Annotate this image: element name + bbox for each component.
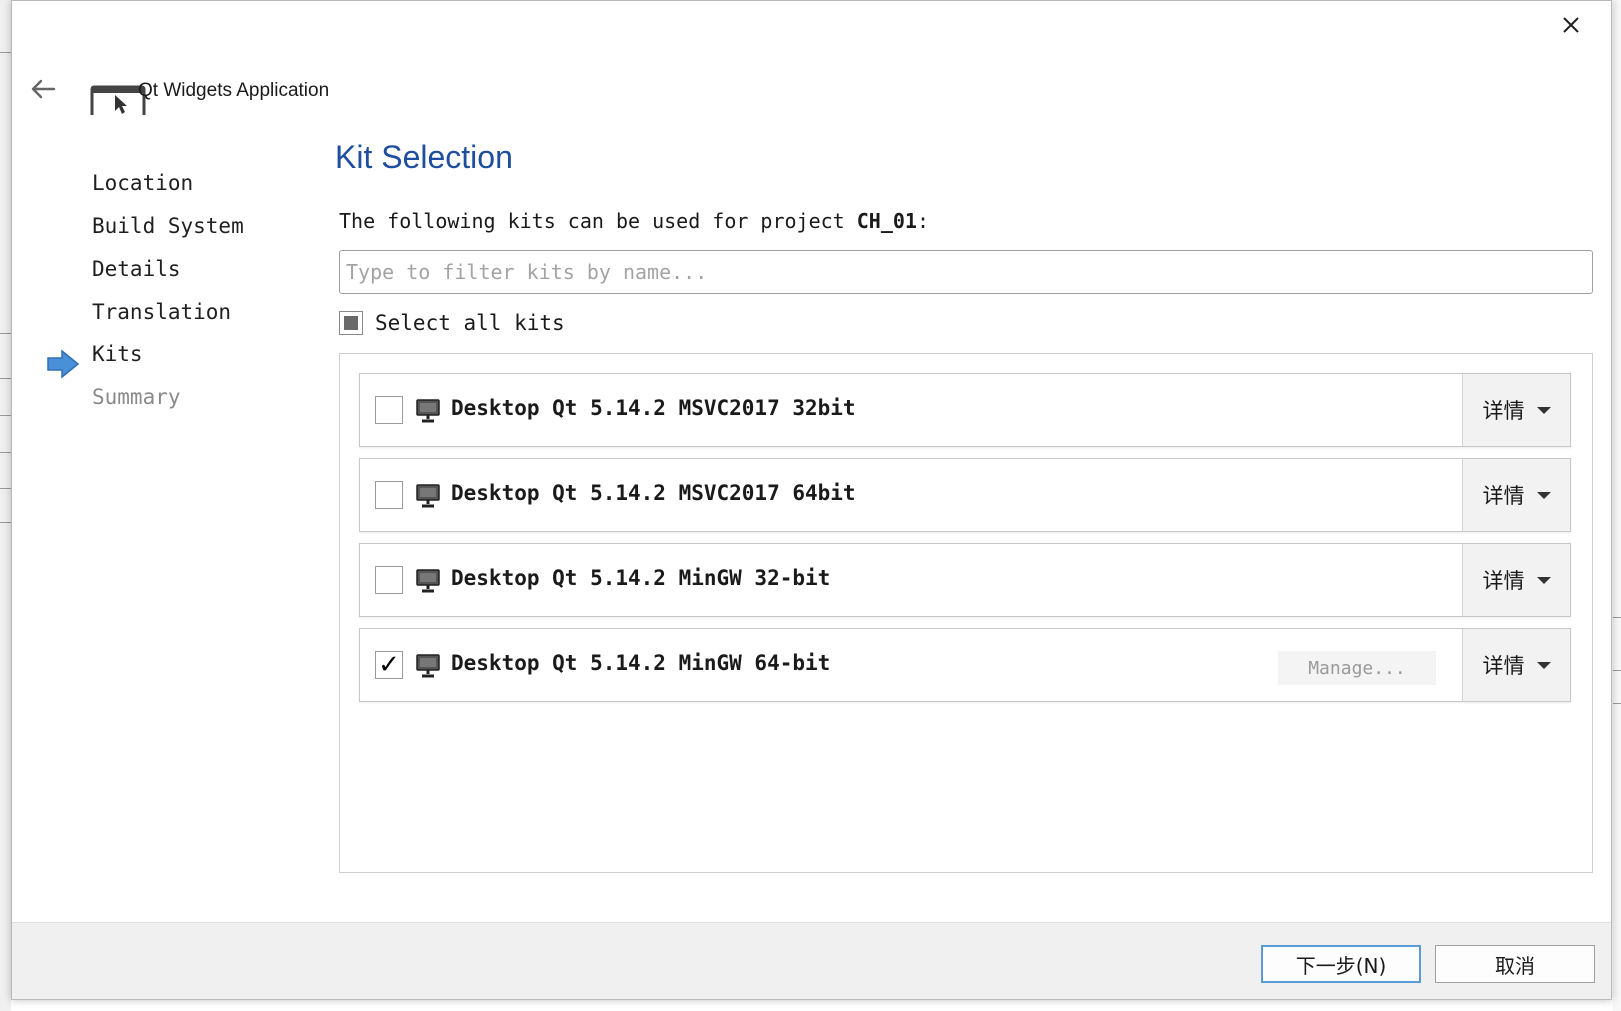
next-button[interactable]: 下一步(N) [1261, 945, 1421, 983]
project-name: CH_01 [856, 209, 917, 233]
kit-name: Desktop Qt 5.14.2 MinGW 64-bit [451, 651, 831, 675]
kit-intro-text: The following kits can be used for proje… [339, 209, 929, 233]
background-window-edge-left [0, 0, 11, 1011]
kit-name: Desktop Qt 5.14.2 MinGW 32-bit [451, 566, 831, 590]
close-icon[interactable] [1557, 11, 1585, 39]
wizard-footer: 下一步(N) 取消 [12, 922, 1611, 999]
kit-list: Desktop Qt 5.14.2 MSVC2017 32bit 详情 Desk… [339, 353, 1593, 873]
step-kits: Kits [92, 342, 143, 366]
kit-details-button[interactable]: 详情 [1462, 544, 1570, 616]
kit-row: Desktop Qt 5.14.2 MinGW 32-bit 详情 [359, 543, 1571, 617]
kit-details-button[interactable]: 详情 [1462, 374, 1570, 446]
background-window-edge-right [1613, 0, 1621, 1011]
kit-checkbox[interactable] [375, 566, 403, 594]
chevron-down-icon [1536, 576, 1551, 584]
kit-row: ✓ Desktop Qt 5.14.2 MinGW 64-bit Manage.… [359, 628, 1571, 702]
cancel-button[interactable]: 取消 [1435, 945, 1595, 983]
kit-name: Desktop Qt 5.14.2 MSVC2017 32bit [451, 396, 856, 420]
intro-suffix: : [916, 209, 930, 233]
select-all-kits-checkbox[interactable]: Select all kits [339, 311, 565, 335]
new-project-wizard-dialog: Qt Widgets Application Location Build Sy… [11, 0, 1612, 1000]
step-details: Details [92, 257, 181, 281]
desktop-monitor-icon [416, 654, 440, 678]
kit-manage-button[interactable]: Manage... [1278, 651, 1436, 685]
kit-name: Desktop Qt 5.14.2 MSVC2017 64bit [451, 481, 856, 505]
page-title: Kit Selection [335, 139, 513, 175]
desktop-monitor-icon [416, 484, 440, 508]
kit-row: Desktop Qt 5.14.2 MSVC2017 32bit 详情 [359, 373, 1571, 447]
kit-filter-input[interactable] [339, 250, 1593, 294]
kit-details-button[interactable]: 详情 [1462, 459, 1570, 531]
kit-row: Desktop Qt 5.14.2 MSVC2017 64bit 详情 [359, 458, 1571, 532]
desktop-monitor-icon [416, 569, 440, 593]
back-arrow-icon[interactable] [28, 74, 58, 104]
kit-details-label: 详情 [1482, 654, 1525, 678]
desktop-monitor-icon [416, 399, 440, 423]
chevron-down-icon [1536, 661, 1551, 669]
kit-details-button[interactable]: 详情 [1462, 629, 1570, 701]
wizard-app-title: Qt Widgets Application [138, 80, 330, 101]
kit-checkbox[interactable]: ✓ [375, 651, 403, 679]
chevron-down-icon [1536, 406, 1551, 414]
select-all-kits-label: Select all kits [375, 311, 565, 335]
step-location: Location [92, 171, 194, 195]
kit-checkbox[interactable] [375, 396, 403, 424]
kit-details-label: 详情 [1482, 399, 1525, 423]
kit-checkbox[interactable] [375, 481, 403, 509]
intro-prefix: The following kits can be used for proje… [339, 209, 857, 233]
step-build-system: Build System [92, 214, 244, 238]
kit-details-label: 详情 [1482, 484, 1525, 508]
checkmark-icon: ✓ [378, 650, 400, 680]
kit-details-label: 详情 [1482, 569, 1525, 593]
step-summary: Summary [92, 385, 181, 409]
chevron-down-icon [1536, 491, 1551, 499]
step-translation: Translation [92, 300, 232, 324]
partial-checkbox-icon[interactable] [339, 311, 363, 335]
current-step-arrow-icon [47, 349, 80, 379]
